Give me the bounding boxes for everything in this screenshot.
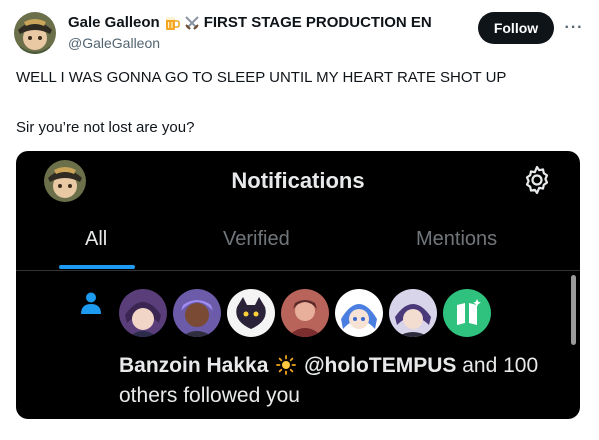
follower-avatar — [335, 289, 383, 337]
scrollbar — [571, 275, 576, 345]
tweet-text-line-2: Sir you’re not lost are you? — [16, 119, 195, 136]
author-avatar[interactable] — [14, 12, 56, 54]
follower-avatar — [389, 289, 437, 337]
person-icon — [80, 291, 102, 315]
more-icon[interactable]: ··· — [562, 16, 586, 40]
author-name-suffix: FIRST STAGE PRODUCTION EN — [203, 14, 432, 31]
tweet-text-line-1: WELL I WAS GONNA GO TO SLEEP UNTIL MY HE… — [16, 69, 507, 86]
notification-text: Banzoin Hakka @holoTEMPUS and 100 others… — [119, 351, 549, 411]
author-handle[interactable]: @GaleGalleon — [68, 35, 160, 51]
follower-avatar — [281, 289, 329, 337]
active-tab-indicator — [59, 265, 135, 269]
notifications-title: Notifications — [231, 168, 365, 193]
author-display-name[interactable]: Gale Galleon — [68, 14, 160, 31]
follower-avatar — [443, 289, 491, 337]
follower-avatar — [119, 289, 167, 337]
tweet-media-image[interactable]: Notifications All Verified Mentions Banz… — [16, 151, 580, 419]
notification-user-name: Banzoin Hakka — [119, 354, 269, 377]
crossed-swords-icon — [184, 15, 200, 31]
gear-icon — [522, 165, 552, 195]
follower-avatar — [173, 289, 221, 337]
follow-button[interactable]: Follow — [478, 12, 554, 44]
follower-avatar — [227, 289, 275, 337]
author-name-row: Gale Galleon FIRST STAGE PRODUCTION EN — [68, 14, 432, 31]
sun-icon — [276, 355, 297, 375]
tab-mentions: Mentions — [416, 228, 498, 250]
notification-user-handle: @holoTEMPUS — [304, 354, 457, 377]
tabs-divider — [16, 270, 580, 271]
tab-all: All — [85, 228, 108, 250]
tab-verified: Verified — [223, 228, 290, 250]
beer-mug-icon — [164, 15, 180, 31]
